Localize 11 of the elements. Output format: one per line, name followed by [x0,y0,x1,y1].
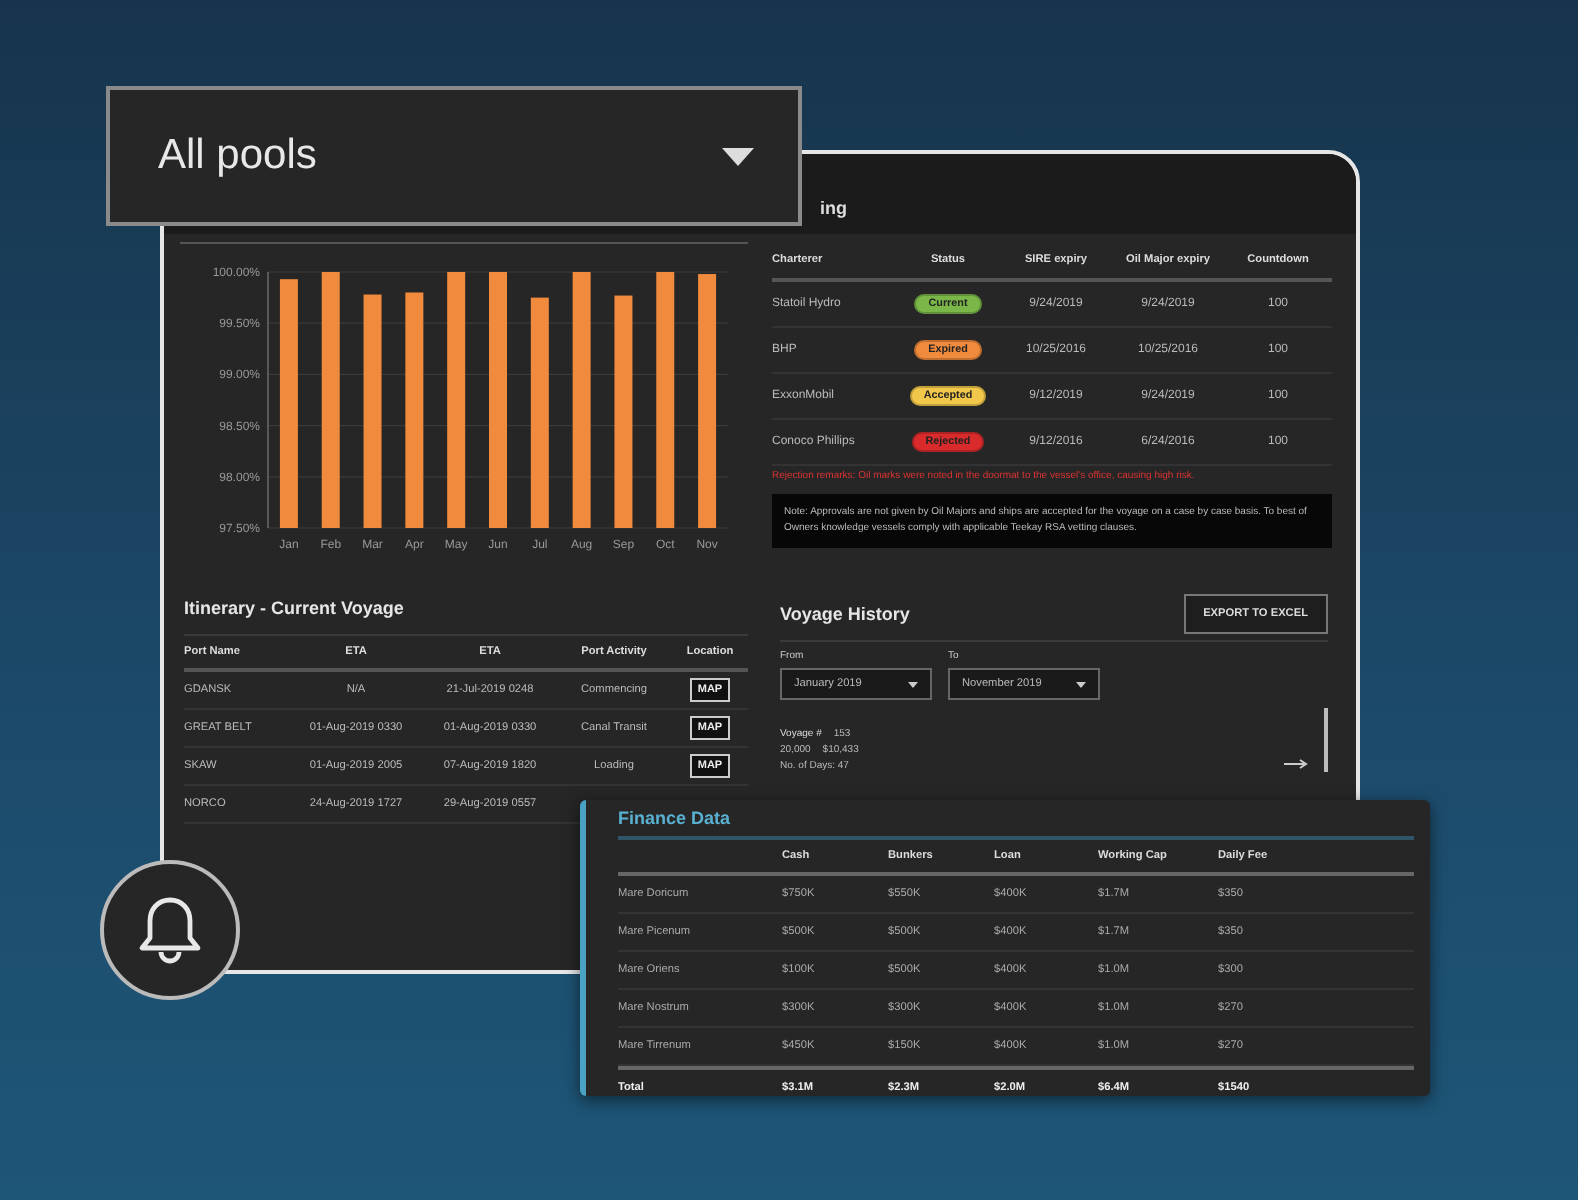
caret-icon [1076,681,1086,687]
scrollbar[interactable] [1324,708,1328,772]
caret-icon [722,147,754,165]
pool-dropdown[interactable]: All pools [106,86,802,226]
caret-icon [908,681,918,687]
arrow-right-icon[interactable] [1284,758,1308,770]
panel-title: ing [818,198,847,222]
section-title: Voyage History [780,604,910,624]
section-title: Itinerary - Current Voyage [184,598,748,636]
card-title: Finance Data [618,808,1414,840]
bell-icon [136,894,204,966]
